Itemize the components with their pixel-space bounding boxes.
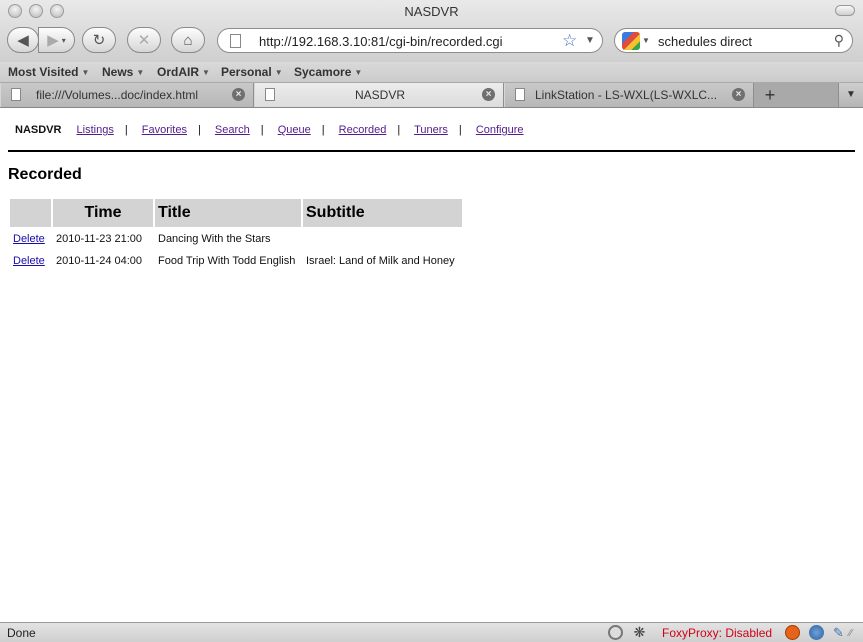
url-dropdown-icon[interactable]: ▼ — [585, 35, 595, 46]
column-header-time: Time — [53, 199, 153, 227]
bookmark-sycamore[interactable]: Sycamore ▼ — [294, 65, 362, 79]
bookmark-star-icon[interactable]: ☆ — [562, 31, 577, 51]
column-header-title: Title — [155, 199, 301, 227]
back-button[interactable]: ◀ — [7, 27, 39, 53]
home-icon: ⌂ — [183, 31, 193, 49]
status-bar: Done ❋ FoxyProxy: Disabled ✎ ∕∕ — [0, 622, 863, 642]
browser-chrome: NASDVR ◀ ▶ ▾ ↻ ✕ ⌂ http://192.168.3.10:8… — [0, 0, 863, 62]
chevron-down-icon: ▼ — [136, 68, 145, 77]
engine-dropdown-icon[interactable]: ▼ — [642, 36, 650, 45]
column-header-action — [10, 199, 51, 227]
table-header-row: Time Title Subtitle — [10, 199, 462, 227]
globe-icon[interactable] — [809, 625, 824, 640]
google-engine-icon[interactable] — [622, 32, 640, 50]
nav-separator: | — [397, 124, 401, 136]
sync-icon[interactable] — [608, 625, 623, 640]
tab-file-index[interactable]: file:///Volumes...doc/index.html × — [0, 83, 254, 107]
forward-arrow-icon: ▶ — [47, 32, 59, 49]
page-title: Recorded — [8, 166, 82, 183]
history-dropdown-icon[interactable]: ▾ — [62, 36, 66, 45]
delete-link[interactable]: Delete — [13, 233, 45, 245]
tab-label: file:///Volumes...doc/index.html — [36, 88, 199, 102]
back-arrow-icon: ◀ — [17, 32, 29, 49]
table-row: Delete 2010-11-24 04:00 Food Trip With T… — [10, 251, 462, 271]
resize-grip-icon[interactable]: ∕∕ — [849, 628, 852, 639]
bug-icon[interactable]: ❋ — [632, 625, 647, 640]
nav-configure[interactable]: Configure — [476, 124, 524, 136]
nav-divider — [8, 150, 855, 152]
page-content: NASDVR Listings | Favorites | Search | Queu… — [0, 109, 863, 622]
reload-button[interactable]: ↻ — [82, 27, 116, 53]
bookmark-news[interactable]: News ▼ — [102, 65, 144, 79]
nav-queue[interactable]: Queue — [278, 124, 311, 136]
foxyproxy-icon[interactable] — [785, 625, 800, 640]
nav-separator: | — [197, 124, 201, 136]
bookmark-personal[interactable]: Personal ▼ — [221, 65, 283, 79]
page-icon — [265, 88, 275, 101]
bookmark-ordair[interactable]: OrdAIR ▼ — [157, 65, 210, 79]
cell-subtitle: Israel: Land of Milk and Honey — [306, 255, 455, 267]
nav-listings[interactable]: Listings — [77, 124, 114, 136]
chevron-down-icon: ▼ — [846, 89, 856, 100]
search-bar[interactable]: ▼ schedules direct ⚲ — [614, 28, 853, 53]
chevron-down-icon: ▼ — [81, 68, 90, 77]
stop-icon: ✕ — [137, 32, 151, 49]
status-text: Done — [7, 626, 36, 640]
page-icon — [230, 34, 241, 48]
nav-separator: | — [260, 124, 264, 136]
window-title: NASDVR — [404, 4, 459, 19]
url-bar[interactable]: http://192.168.3.10:81/cgi-bin/recorded.… — [217, 28, 603, 53]
search-input[interactable]: schedules direct — [658, 34, 752, 49]
chevron-down-icon: ▼ — [274, 68, 283, 77]
tab-label: NASDVR — [354, 88, 405, 102]
plus-icon: + — [764, 85, 776, 105]
close-tab-icon[interactable]: × — [732, 88, 745, 101]
close-tab-icon[interactable]: × — [232, 88, 245, 101]
nav-favorites[interactable]: Favorites — [142, 124, 187, 136]
search-icon[interactable]: ⚲ — [834, 32, 844, 49]
url-text[interactable]: http://192.168.3.10:81/cgi-bin/recorded.… — [259, 34, 503, 49]
cell-time: 2010-11-24 04:00 — [56, 255, 143, 267]
page-icon — [515, 88, 525, 101]
nav-separator: | — [321, 124, 325, 136]
navigation-toolbar: ◀ ▶ ▾ ↻ ✕ ⌂ http://192.168.3.10:81/cgi-b… — [0, 25, 863, 57]
toolbar-toggle-button[interactable] — [835, 5, 855, 16]
tab-linkstation[interactable]: LinkStation - LS-WXL(LS-WXLC... × — [504, 83, 754, 107]
cell-title: Dancing With the Stars — [158, 233, 271, 245]
cell-time: 2010-11-23 21:00 — [56, 233, 143, 245]
delete-link[interactable]: Delete — [13, 255, 45, 267]
cell-title: Food Trip With Todd English — [158, 255, 296, 267]
reload-icon: ↻ — [92, 32, 106, 49]
site-brand: NASDVR — [15, 124, 62, 136]
page-icon — [11, 88, 21, 101]
recorded-table: Time Title Subtitle Delete 2010-11-23 21… — [8, 197, 464, 273]
tab-strip: file:///Volumes...doc/index.html × NASDV… — [0, 83, 863, 108]
forward-button[interactable]: ▶ ▾ — [38, 27, 75, 53]
close-tab-icon[interactable]: × — [482, 88, 495, 101]
table-row: Delete 2010-11-23 21:00 Dancing With the… — [10, 229, 462, 249]
tab-nasdvr[interactable]: NASDVR × — [254, 83, 504, 107]
tab-label: LinkStation - LS-WXL(LS-WXLC... — [535, 88, 718, 102]
cell-subtitle — [303, 229, 462, 249]
nav-separator: | — [458, 124, 462, 136]
site-nav: NASDVR Listings | Favorites | Search | Queu… — [15, 124, 524, 136]
column-header-subtitle: Subtitle — [303, 199, 462, 227]
new-tab-button[interactable]: + — [756, 85, 784, 105]
brush-icon[interactable]: ✎ — [831, 625, 846, 640]
nav-tuners[interactable]: Tuners — [414, 124, 448, 136]
foxyproxy-status[interactable]: FoxyProxy: Disabled — [662, 626, 772, 640]
stop-button[interactable]: ✕ — [127, 27, 161, 53]
bookmark-most-visited[interactable]: Most Visited ▼ — [8, 65, 89, 79]
chevron-down-icon: ▼ — [202, 68, 210, 77]
bookmarks-bar: Most Visited ▼ News ▼ OrdAIR ▼ Personal ▼ Sy… — [0, 62, 863, 83]
home-button[interactable]: ⌂ — [171, 27, 205, 53]
nav-separator: | — [124, 124, 128, 136]
chevron-down-icon: ▼ — [354, 68, 363, 77]
list-all-tabs-button[interactable]: ▼ — [838, 83, 863, 107]
nav-search[interactable]: Search — [215, 124, 250, 136]
title-bar: NASDVR — [0, 0, 863, 22]
nav-recorded[interactable]: Recorded — [339, 124, 387, 136]
